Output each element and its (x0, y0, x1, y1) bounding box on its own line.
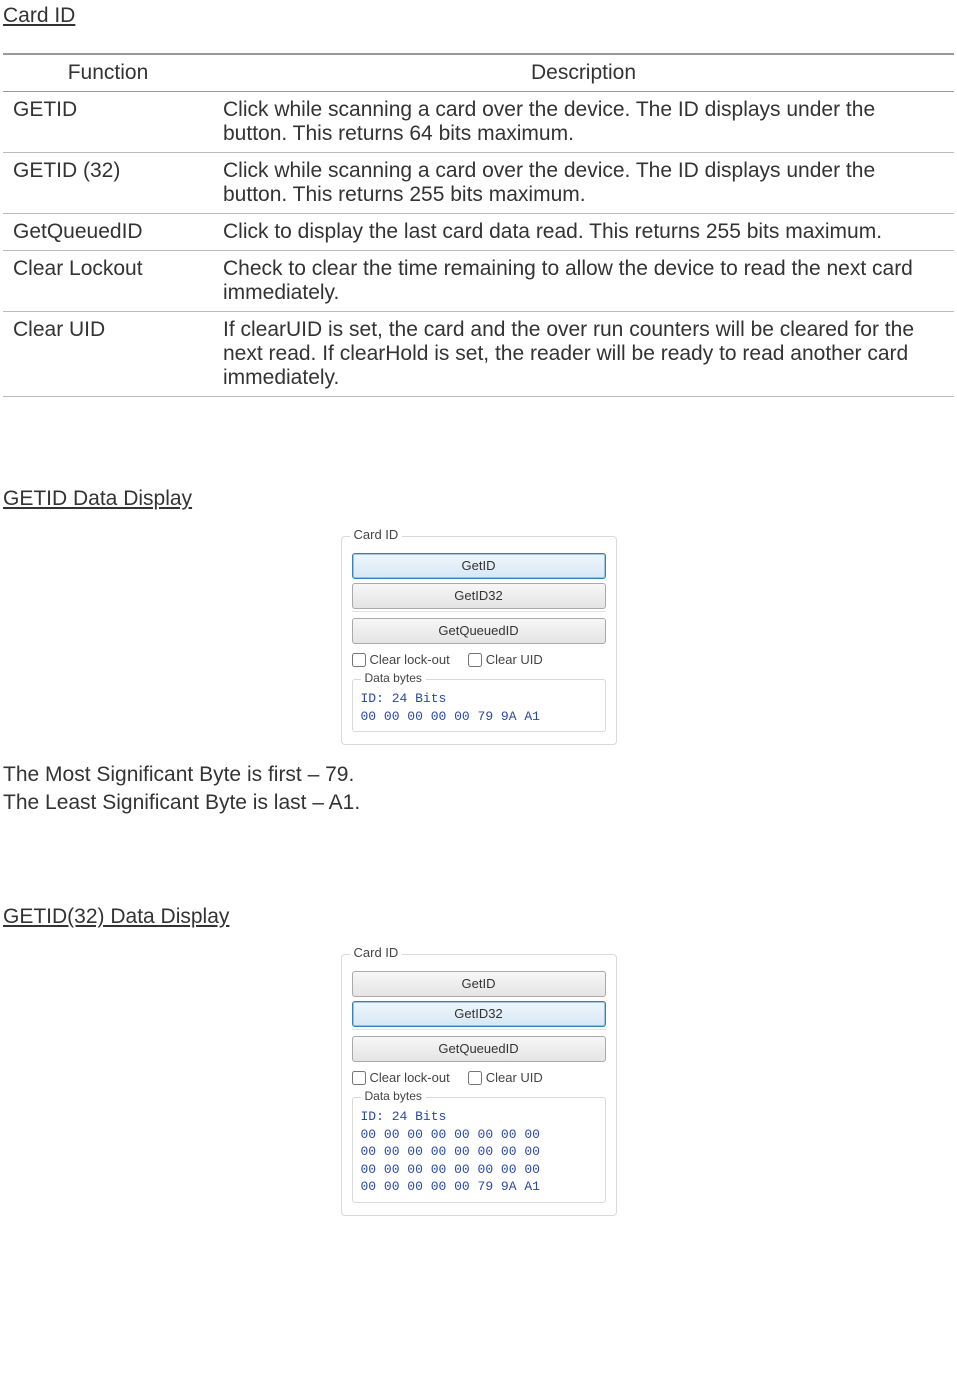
clear-lockout-input[interactable] (352, 1071, 366, 1085)
getqueuedid-button[interactable]: GetQueuedID (352, 1036, 606, 1062)
clear-uid-checkbox[interactable]: Clear UID (468, 1070, 543, 1085)
cell-function: GETID (3, 92, 213, 153)
table-row: Clear Lockout Check to clear the time re… (3, 251, 954, 312)
heading-card-id: Card ID (3, 4, 954, 28)
data-bytes-group: Data bytes ID: 24 Bits 00 00 00 00 00 00… (352, 1097, 606, 1203)
getqueuedid-button[interactable]: GetQueuedID (352, 618, 606, 644)
data-bytes-group: Data bytes ID: 24 Bits 00 00 00 00 00 79… (352, 679, 606, 732)
clear-uid-input[interactable] (468, 1071, 482, 1085)
heading-getid-display: GETID Data Display (3, 487, 954, 511)
cell-function: GETID (32) (3, 153, 213, 214)
col-description: Description (213, 54, 954, 92)
msb-text: The Most Significant Byte is first – 79. (3, 763, 954, 787)
table-row: GETID (32) Click while scanning a card o… (3, 153, 954, 214)
clear-lockout-label: Clear lock-out (370, 1070, 450, 1085)
getid32-button[interactable]: GetID32 (352, 1001, 606, 1027)
card-id-groupbox: Card ID GetID GetID32 GetQueuedID Clear … (341, 954, 617, 1216)
card-id-groupbox: Card ID GetID GetID32 GetQueuedID Clear … (341, 536, 617, 745)
cell-function: Clear Lockout (3, 251, 213, 312)
cell-function: Clear UID (3, 312, 213, 397)
table-row: GETID Click while scanning a card over t… (3, 92, 954, 153)
data-bytes-title: Data bytes (361, 671, 426, 685)
table-row: Clear UID If clearUID is set, the card a… (3, 312, 954, 397)
screenshot-panel-1: Card ID GetID GetID32 GetQueuedID Clear … (3, 536, 954, 745)
lsb-text: The Least Significant Byte is last – A1. (3, 791, 954, 815)
data-bytes-output: ID: 24 Bits 00 00 00 00 00 79 9A A1 (361, 690, 597, 725)
table-row: GetQueuedID Click to display the last ca… (3, 214, 954, 251)
separator (352, 1029, 606, 1030)
function-table: Function Description GETID Click while s… (3, 53, 954, 397)
heading-getid32-display: GETID(32) Data Display (3, 905, 954, 929)
separator (352, 611, 606, 612)
getid-button[interactable]: GetID (352, 553, 606, 579)
getid-button[interactable]: GetID (352, 971, 606, 997)
clear-lockout-input[interactable] (352, 653, 366, 667)
screenshot-panel-2: Card ID GetID GetID32 GetQueuedID Clear … (3, 954, 954, 1216)
data-bytes-title: Data bytes (361, 1089, 426, 1103)
cell-description: If clearUID is set, the card and the ove… (213, 312, 954, 397)
groupbox-title: Card ID (350, 945, 403, 960)
clear-uid-label: Clear UID (486, 1070, 543, 1085)
clear-uid-label: Clear UID (486, 652, 543, 667)
cell-description: Click while scanning a card over the dev… (213, 153, 954, 214)
clear-lockout-checkbox[interactable]: Clear lock-out (352, 652, 450, 667)
groupbox-title: Card ID (350, 527, 403, 542)
cell-function: GetQueuedID (3, 214, 213, 251)
clear-lockout-checkbox[interactable]: Clear lock-out (352, 1070, 450, 1085)
data-bytes-output: ID: 24 Bits 00 00 00 00 00 00 00 00 00 0… (361, 1108, 597, 1196)
col-function: Function (3, 54, 213, 92)
cell-description: Click to display the last card data read… (213, 214, 954, 251)
cell-description: Check to clear the time remaining to all… (213, 251, 954, 312)
clear-lockout-label: Clear lock-out (370, 652, 450, 667)
getid32-button[interactable]: GetID32 (352, 583, 606, 609)
cell-description: Click while scanning a card over the dev… (213, 92, 954, 153)
clear-uid-input[interactable] (468, 653, 482, 667)
clear-uid-checkbox[interactable]: Clear UID (468, 652, 543, 667)
